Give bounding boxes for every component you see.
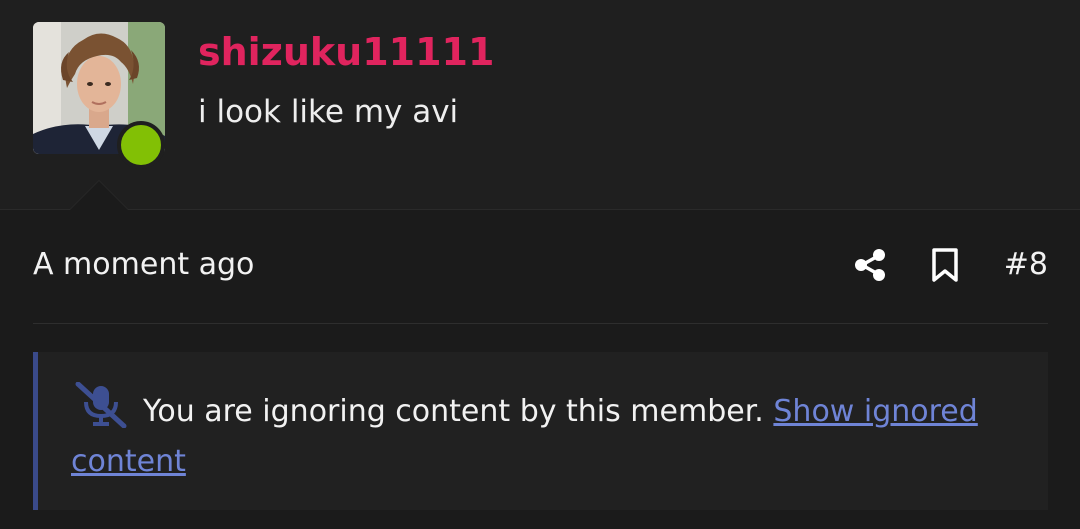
ignored-notice-message: You are ignoring content by this member.	[143, 394, 764, 429]
user-header: shizuku11111 i look like my avi	[0, 0, 1080, 210]
bookmark-button[interactable]	[927, 247, 963, 283]
divider	[33, 323, 1048, 324]
post-container: shizuku11111 i look like my avi A moment…	[0, 0, 1080, 529]
header-pointer	[69, 180, 129, 210]
ignored-notice-text: You are ignoring content by this member.…	[71, 387, 1011, 487]
username-link[interactable]: shizuku11111	[198, 28, 494, 76]
user-title: i look like my avi	[198, 94, 459, 130]
post-meta-bar: A moment ago #8	[33, 237, 1048, 297]
post-timestamp[interactable]: A moment ago	[33, 245, 254, 285]
post-number-link[interactable]: #8	[1004, 245, 1048, 285]
share-icon	[855, 249, 885, 281]
ignored-content-notice: You are ignoring content by this member.…	[33, 352, 1048, 510]
bookmark-icon	[932, 248, 958, 282]
share-button[interactable]	[852, 247, 888, 283]
online-status-indicator	[117, 121, 165, 169]
